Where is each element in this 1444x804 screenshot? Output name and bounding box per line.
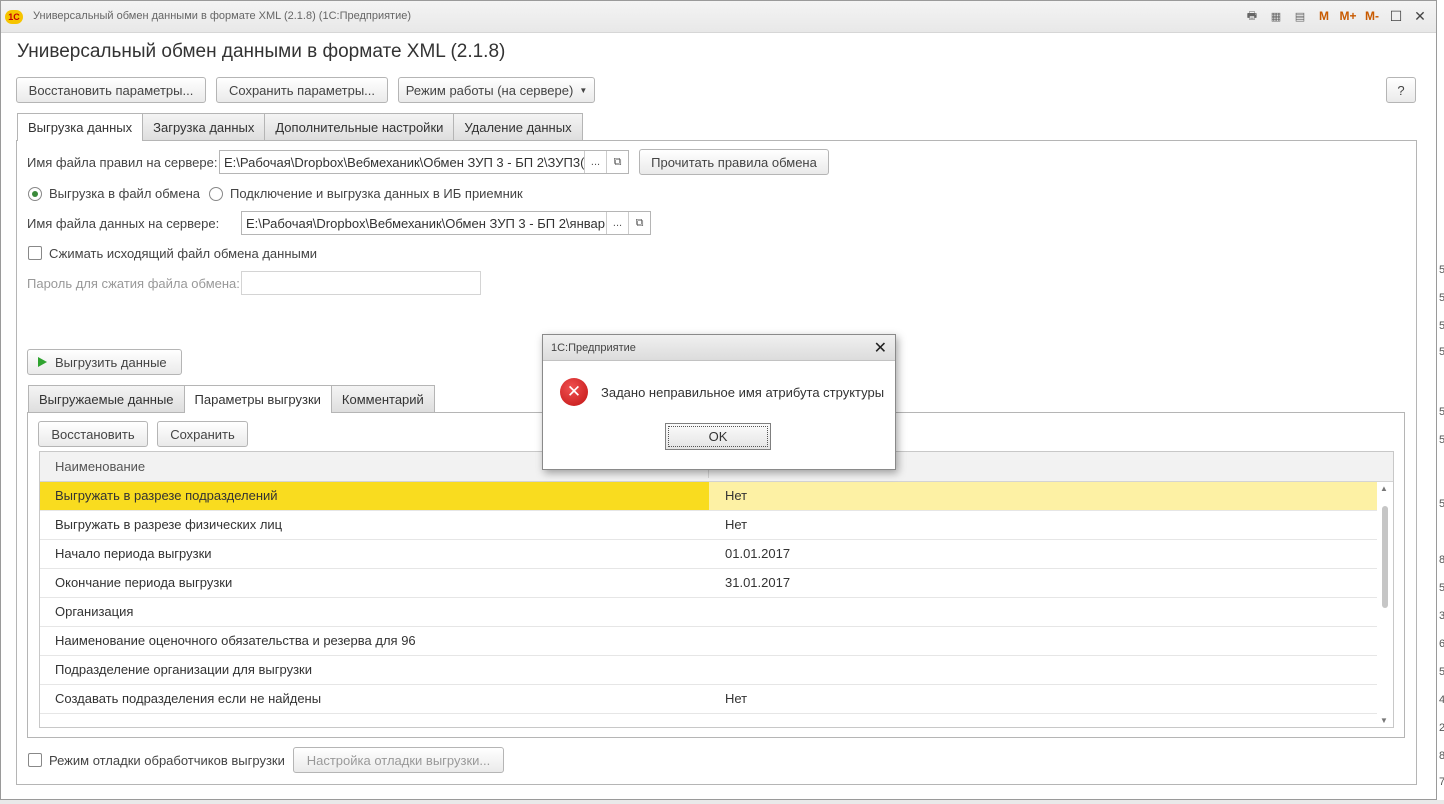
help-button[interactable]: ? — [1386, 77, 1416, 103]
memory-m-button[interactable]: M — [1316, 8, 1332, 24]
table-row[interactable]: Подразделение организации для выгрузки — [40, 656, 1377, 685]
ok-button[interactable]: OK — [665, 423, 771, 450]
browse-button[interactable]: ... — [584, 151, 606, 173]
tab-export[interactable]: Выгрузка данных — [17, 113, 144, 141]
rules-file-value: E:\Рабочая\Dropbox\Вебмеханик\Обмен ЗУП … — [224, 154, 584, 170]
rules-file-label: Имя файла правил на сервере: — [27, 155, 218, 170]
tab-delete-data[interactable]: Удаление данных — [453, 113, 583, 140]
table-row[interactable]: Организация — [40, 598, 1377, 627]
tab-export-params[interactable]: Параметры выгрузки — [183, 385, 332, 413]
close-icon[interactable]: ✕ — [874, 338, 887, 358]
radio-export-to-file-label[interactable]: Выгрузка в файл обмена — [49, 186, 200, 201]
calendar-icon[interactable]: ▤ — [1292, 8, 1308, 24]
dialog-title: 1С:Предприятие — [551, 342, 636, 354]
data-file-label: Имя файла данных на сервере: — [27, 216, 220, 231]
scroll-up-icon[interactable]: ▲ — [1380, 484, 1388, 493]
calculator-icon[interactable]: ▦ — [1268, 8, 1284, 24]
rules-file-field[interactable]: E:\Рабочая\Dropbox\Вебмеханик\Обмен ЗУП … — [219, 150, 629, 174]
bottom-strip — [0, 800, 1444, 804]
export-data-label: Выгрузить данные — [55, 354, 167, 370]
mode-label: Режим работы (на сервере) — [405, 82, 574, 98]
open-icon[interactable]: ⧉ — [606, 151, 628, 173]
debug-settings-button[interactable]: Настройка отладки выгрузки... — [293, 747, 504, 773]
debug-mode-label[interactable]: Режим отладки обработчиков выгрузки — [49, 753, 285, 768]
error-dialog: 1С:Предприятие ✕ ✕ Задано неправильное и… — [542, 334, 896, 470]
table-row[interactable]: Создавать подразделения если не найдены … — [40, 685, 1377, 714]
table-row[interactable]: Окончание периода выгрузки 31.01.2017 — [40, 569, 1377, 598]
play-icon — [38, 357, 47, 367]
export-data-button[interactable]: Выгрузить данные — [27, 349, 182, 375]
form-title: Универсальный обмен данными в формате XM… — [17, 41, 506, 62]
main-window: 1С Универсальный обмен данными в формате… — [0, 0, 1437, 800]
params-table: Наименование Выгружать в разрезе подразд… — [39, 451, 1394, 728]
memory-minus-button[interactable]: M- — [1364, 8, 1380, 24]
column-header-name[interactable]: Наименование — [40, 452, 145, 482]
tab-exported-data[interactable]: Выгружаемые данные — [28, 385, 185, 412]
app-logo: 1С — [5, 10, 23, 24]
restore-params-button[interactable]: Восстановить параметры... — [16, 77, 206, 103]
data-file-value: E:\Рабочая\Dropbox\Вебмеханик\Обмен ЗУП … — [246, 215, 605, 231]
browse-button[interactable]: ... — [606, 212, 628, 234]
table-row[interactable]: Наименование оценочного обязательства и … — [40, 627, 1377, 656]
compress-checkbox[interactable] — [28, 246, 42, 260]
table-row[interactable]: Выгружать в разрезе физических лиц Нет — [40, 511, 1377, 540]
scroll-down-icon[interactable]: ▼ — [1380, 716, 1388, 725]
dialog-message: Задано неправильное имя атрибута структу… — [601, 385, 885, 400]
chevron-down-icon: ▼ — [579, 85, 588, 95]
scrollbar-thumb[interactable] — [1382, 506, 1388, 608]
table-row[interactable]: Выгружать в разрезе подразделений Нет — [40, 482, 1377, 511]
password-field[interactable] — [241, 271, 481, 295]
radio-connect-export[interactable] — [209, 187, 223, 201]
compress-label[interactable]: Сжимать исходящий файл обмена данными — [49, 246, 317, 261]
password-label: Пароль для сжатия файла обмена: — [27, 276, 240, 291]
background-window-edge: 5 5 5 5 5 5 5 8 5 3 6 5 4 2 8 7 — [1439, 264, 1444, 786]
title-bar: 1С Универсальный обмен данными в формате… — [1, 1, 1436, 33]
dialog-title-bar: 1С:Предприятие ✕ — [543, 335, 895, 361]
print-icon[interactable]: 🖶 — [1244, 8, 1260, 24]
debug-mode-checkbox[interactable] — [28, 753, 42, 767]
window-title: Универсальный обмен данными в формате XM… — [33, 10, 412, 22]
restore-button[interactable]: Восстановить — [38, 421, 148, 447]
read-rules-button[interactable]: Прочитать правила обмена — [639, 149, 829, 175]
radio-connect-export-label[interactable]: Подключение и выгрузка данных в ИБ прием… — [230, 186, 523, 201]
table-scrollbar[interactable]: ▲ ▼ — [1377, 482, 1393, 727]
mode-dropdown-button[interactable]: Режим работы (на сервере) ▼ — [398, 77, 595, 103]
save-params-button[interactable]: Сохранить параметры... — [216, 77, 388, 103]
maximize-icon[interactable]: ☐ — [1388, 8, 1404, 24]
tab-import[interactable]: Загрузка данных — [142, 113, 266, 140]
close-icon[interactable]: ✕ — [1412, 8, 1428, 24]
save-button[interactable]: Сохранить — [157, 421, 248, 447]
data-file-field[interactable]: E:\Рабочая\Dropbox\Вебмеханик\Обмен ЗУП … — [241, 211, 651, 235]
error-icon: ✕ — [560, 378, 588, 406]
radio-export-to-file[interactable] — [28, 187, 42, 201]
tab-additional-settings[interactable]: Дополнительные настройки — [264, 113, 455, 140]
memory-plus-button[interactable]: M+ — [1340, 8, 1357, 24]
table-row[interactable]: Начало периода выгрузки 01.01.2017 — [40, 540, 1377, 569]
open-icon[interactable]: ⧉ — [628, 212, 650, 234]
tab-comment[interactable]: Комментарий — [330, 385, 435, 412]
